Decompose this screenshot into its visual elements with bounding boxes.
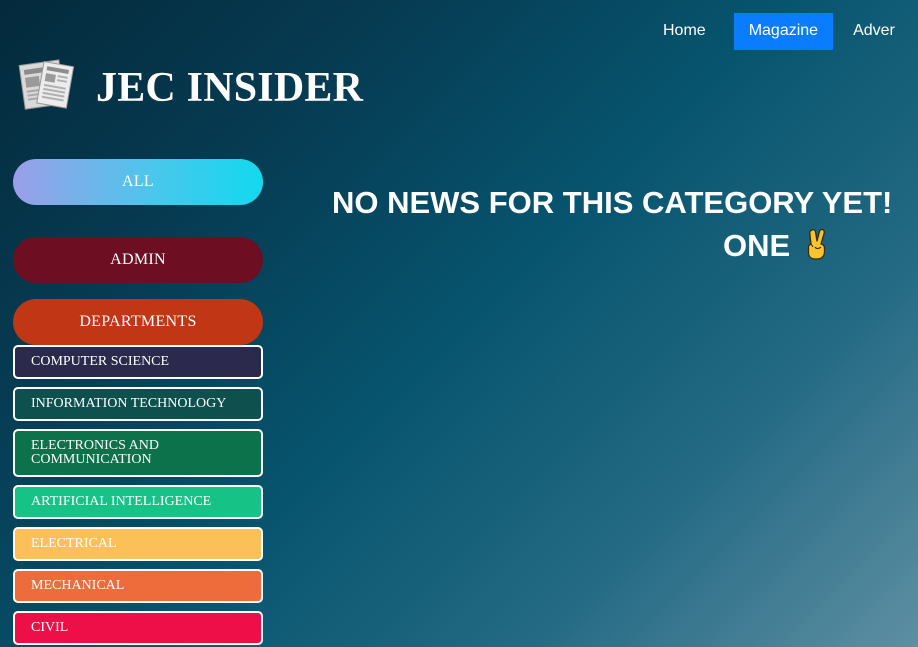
dept-electronics-communication[interactable]: ELECTRONICS AND COMMUNICATION	[13, 429, 263, 477]
dept-label: CIVIL	[31, 620, 69, 635]
site-title: JEC INSIDER	[96, 65, 364, 111]
dept-artificial-intelligence[interactable]: ARTIFICIAL INTELLIGENCE	[13, 485, 263, 519]
dept-mechanical[interactable]: MECHANICAL	[13, 569, 263, 603]
category-departments-button[interactable]: DEPARTMENTS	[13, 299, 263, 345]
category-admin-button[interactable]: ADMIN	[13, 237, 263, 283]
dept-civil[interactable]: CIVIL	[13, 611, 263, 645]
dept-label: ELECTRICAL	[31, 536, 117, 551]
newspaper-icon	[18, 59, 75, 110]
dept-information-technology[interactable]: INFORMATION TECHNOLOGY	[13, 387, 263, 421]
dept-computer-science[interactable]: COMPUTER SCIENCE	[13, 345, 263, 379]
nav-home[interactable]: Home	[648, 13, 721, 50]
dept-label: COMPUTER SCIENCE	[31, 354, 170, 369]
top-nav: Home Magazine Adver	[648, 13, 910, 50]
nav-advertise[interactable]: Adver	[838, 13, 910, 50]
category-all-button[interactable]: ALL	[13, 159, 263, 205]
dept-label: ELECTRONICS AND COMMUNICATION	[31, 438, 159, 467]
dept-label: ARTIFICIAL INTELLIGENCE	[31, 494, 212, 509]
empty-state-line1: NO NEWS FOR THIS CATEGORY YET!	[332, 185, 893, 220]
nav-magazine[interactable]: Magazine	[733, 13, 834, 50]
dept-label: INFORMATION TECHNOLOGY	[31, 396, 227, 411]
empty-state-line2: ONE	[723, 228, 791, 263]
empty-state-message: NO NEWS FOR THIS CATEGORY YET! ONE	[332, 181, 912, 267]
dept-label: MECHANICAL	[31, 578, 125, 593]
victory-hand-icon	[807, 228, 825, 260]
dept-electrical[interactable]: ELECTRICAL	[13, 527, 263, 561]
